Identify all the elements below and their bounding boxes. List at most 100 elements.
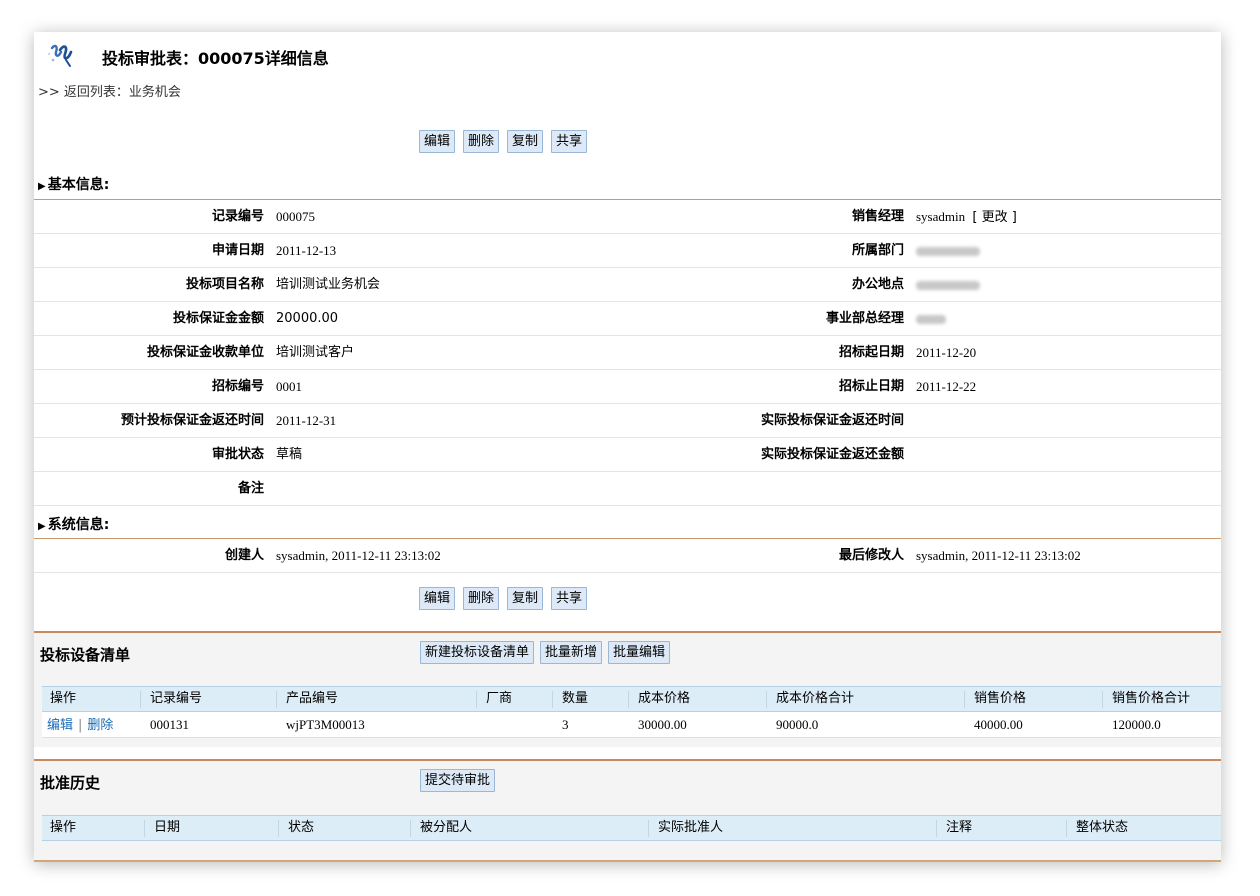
edit-button[interactable]: 编辑 <box>419 587 456 610</box>
bottom-action-bar: 编辑 删除 复制 共享 <box>419 587 588 610</box>
field-value: 培训测试业务机会 <box>276 277 381 292</box>
row-delete-link[interactable]: 删除 <box>87 718 113 733</box>
field-row: 投标保证金金额 20000.00 事业部总经理 <box>34 302 1221 336</box>
equipment-list-panel: 投标设备清单 新建投标设备清单 批量新增 批量编辑 操作 记录编号 产品编号 厂… <box>34 631 1221 747</box>
column-header[interactable]: 成本价格 <box>638 687 690 711</box>
bulk-add-button[interactable]: 批量新增 <box>540 641 603 664</box>
field-row: 投标保证金收款单位 培训测试客户 招标起日期 2011-12-20 <box>34 336 1221 370</box>
column-divider <box>1102 691 1103 708</box>
column-divider <box>552 691 553 708</box>
column-divider <box>964 691 965 708</box>
column-header[interactable]: 产品编号 <box>286 687 338 711</box>
equipment-list-title: 投标设备清单 <box>40 646 131 664</box>
new-equipment-button[interactable]: 新建投标设备清单 <box>420 641 535 664</box>
column-divider <box>936 820 937 837</box>
field-row: 申请日期 2011-12-13 所属部门 <box>34 234 1221 268</box>
redacted-value <box>916 315 946 324</box>
column-divider <box>144 820 145 837</box>
breadcrumb: >> 返回列表：业务机会 <box>38 81 181 100</box>
table-cell: 40000.00 <box>974 717 1023 732</box>
system-info-heading[interactable]: ▶ 系统信息: <box>38 514 109 534</box>
field-value: 000075 <box>276 209 315 224</box>
table-row: 编辑 | 删除 000131 wjPT3M00013 3 30000.00 9000… <box>42 712 1221 738</box>
column-header: 状态 <box>288 820 315 835</box>
column-divider <box>628 691 629 708</box>
table-cell: 30000.00 <box>638 717 687 732</box>
field-label: 投标保证金金额 <box>172 311 264 326</box>
breadcrumb-prefix: >> <box>38 85 64 100</box>
change-manager-link[interactable]: [ 更改 ] <box>972 210 1016 225</box>
share-button[interactable]: 共享 <box>551 587 588 610</box>
row-actions: 编辑 | 删除 <box>47 718 114 733</box>
column-header[interactable]: 成本价格合计 <box>776 687 854 711</box>
field-value: 2011-12-31 <box>276 413 337 428</box>
column-header: 整体状态 <box>1076 820 1129 835</box>
field-row: 审批状态 草稿 实际投标保证金返还金额 <box>34 438 1221 472</box>
row-edit-link[interactable]: 编辑 <box>47 718 73 733</box>
field-label: 投标保证金收款单位 <box>146 345 264 360</box>
field-label: 招标起日期 <box>838 345 904 360</box>
field-row: 创建人 sysadmin, 2011-12-11 23:13:02 最后修改人 … <box>34 539 1221 573</box>
table-cell: 90000.0 <box>776 717 819 732</box>
column-header: 被分配人 <box>420 820 473 835</box>
collapse-triangle-icon: ▶ <box>38 521 46 532</box>
column-header[interactable]: 销售价格合计 <box>1112 687 1190 711</box>
column-header: 实际批准人 <box>658 820 724 835</box>
share-button[interactable]: 共享 <box>551 130 588 153</box>
field-row: 投标项目名称 培训测试业务机会 办公地点 <box>34 268 1221 302</box>
page-bottom-divider <box>34 860 1221 862</box>
column-divider <box>140 691 141 708</box>
field-row: 备注 <box>34 472 1221 506</box>
copy-button[interactable]: 复制 <box>507 130 544 153</box>
field-value: 2011-12-22 <box>916 379 977 394</box>
column-header: 操作 <box>50 820 77 835</box>
top-action-bar: 编辑 删除 复制 共享 <box>419 130 588 153</box>
delete-button[interactable]: 删除 <box>463 587 500 610</box>
app-logo-icon <box>48 44 73 67</box>
field-label: 招标编号 <box>211 379 264 394</box>
column-header: 注释 <box>946 820 973 835</box>
sales-manager-value: sysadmin [ 更改 ] <box>916 209 1017 225</box>
collapse-triangle-icon: ▶ <box>38 181 46 192</box>
table-cell: 3 <box>562 717 569 732</box>
equipment-action-bar: 新建投标设备清单 批量新增 批量编辑 <box>420 641 671 664</box>
redacted-value <box>916 247 980 256</box>
column-divider <box>1066 820 1067 837</box>
field-value: 草稿 <box>276 447 303 462</box>
table-cell: 000131 <box>150 717 189 732</box>
table-cell: wjPT3M00013 <box>286 717 365 732</box>
field-label: 创建人 <box>224 548 264 563</box>
column-header[interactable]: 销售价格 <box>974 687 1026 711</box>
equipment-table-header: 操作 记录编号 产品编号 厂商 数量 成本价格 成本价格合计 销售价格 销售价格… <box>42 686 1221 712</box>
field-label: 销售经理 <box>851 209 904 224</box>
field-label: 事业部总经理 <box>825 311 904 326</box>
copy-button[interactable]: 复制 <box>507 587 544 610</box>
column-header: 日期 <box>154 820 181 835</box>
field-label: 审批状态 <box>211 447 264 462</box>
field-label: 实际投标保证金返还时间 <box>760 413 904 428</box>
field-label: 记录编号 <box>211 209 264 224</box>
detail-page: 投标审批表：000075详细信息 >> 返回列表：业务机会 编辑 删除 复制 共… <box>34 32 1221 862</box>
back-to-list-link[interactable]: 返回列表：业务机会 <box>64 85 181 100</box>
field-label: 投标项目名称 <box>185 277 264 292</box>
field-value: 0001 <box>276 379 302 394</box>
column-header[interactable]: 数量 <box>562 687 588 711</box>
column-header[interactable]: 厂商 <box>486 687 512 711</box>
column-header[interactable]: 记录编号 <box>150 687 202 711</box>
approval-table-header: 操作 日期 状态 被分配人 实际批准人 注释 整体状态 <box>42 815 1221 841</box>
panel-divider <box>34 631 1221 633</box>
field-value: 培训测试客户 <box>276 345 355 360</box>
field-value: 2011-12-13 <box>276 243 337 258</box>
basic-info-heading[interactable]: ▶ 基本信息: <box>38 174 109 194</box>
submit-for-approval-button[interactable]: 提交待审批 <box>420 769 496 792</box>
delete-button[interactable]: 删除 <box>463 130 500 153</box>
field-value: 20000.00 <box>276 311 339 326</box>
field-label: 预计投标保证金返还时间 <box>120 413 264 428</box>
field-value: sysadmin, 2011-12-11 23:13:02 <box>276 548 441 563</box>
edit-button[interactable]: 编辑 <box>419 130 456 153</box>
field-value: sysadmin, 2011-12-11 23:13:02 <box>916 548 1081 563</box>
column-divider <box>276 691 277 708</box>
page-title: 投标审批表：000075详细信息 <box>102 49 329 68</box>
bulk-edit-button[interactable]: 批量编辑 <box>608 641 671 664</box>
approval-history-panel: 批准历史 提交待审批 操作 日期 状态 被分配人 实际批准人 注释 整体状态 <box>34 759 1221 860</box>
